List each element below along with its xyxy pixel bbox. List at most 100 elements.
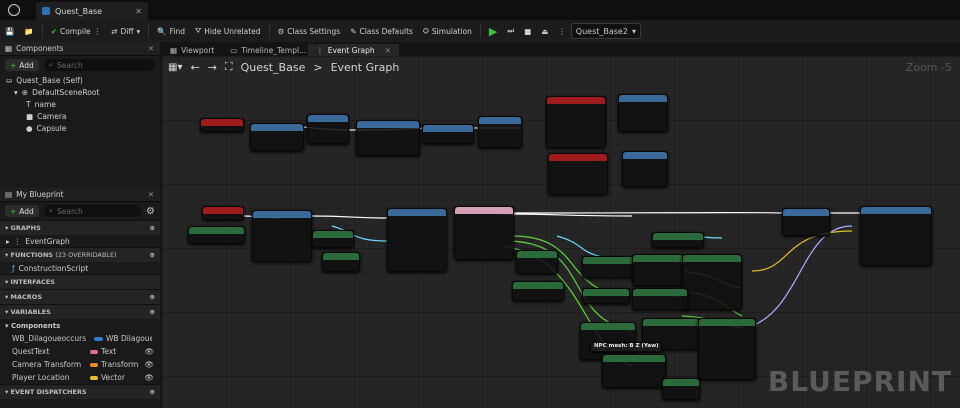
zoom-label: Zoom -5 xyxy=(905,60,952,74)
variable-row[interactable]: WB_Dilagoueoccurs WB Dilagoue xyxy=(0,332,160,345)
node-npc-mesh-comment[interactable]: NPC mesh: B Z (Yaw) xyxy=(590,342,662,352)
browse-button[interactable]: 📁 xyxy=(19,22,38,40)
node-break-vector[interactable] xyxy=(632,254,684,286)
debug-object-select[interactable]: Quest_Base2 ▾ xyxy=(570,23,641,39)
tree-item-camera[interactable]: ■ Camera xyxy=(0,110,160,122)
functions-category[interactable]: ▾ FUNCTIONS (23 OVERRIDABLE) ⊕ xyxy=(0,247,160,262)
variable-row[interactable]: Player Location Vector 👁 xyxy=(0,371,160,384)
add-dispatcher-icon[interactable]: ⊕ xyxy=(150,388,155,396)
node-get-player-controller-2[interactable] xyxy=(312,230,354,248)
type-pill-icon xyxy=(89,362,98,367)
asset-tab[interactable]: Quest_Base ✕ xyxy=(36,2,148,20)
play-button[interactable]: ▶ xyxy=(484,22,502,40)
node-get-player-character[interactable] xyxy=(322,252,360,272)
add-function-icon[interactable]: ⊕ xyxy=(150,251,155,259)
close-panel-icon[interactable]: ✕ xyxy=(148,44,154,53)
variable-row[interactable]: Camera Transform Transform 👁 xyxy=(0,358,160,371)
node-get-world-rotation[interactable] xyxy=(632,288,688,310)
app-logo-icon[interactable] xyxy=(8,4,20,16)
forward-arrow-icon[interactable]: → xyxy=(208,61,217,74)
node-timeline[interactable] xyxy=(454,206,514,260)
add-macro-icon[interactable]: ⊕ xyxy=(150,293,155,301)
components-search-input[interactable]: ⌕ Search xyxy=(43,59,155,71)
node-make-rotator[interactable] xyxy=(698,318,756,380)
simulation-button[interactable]: ⛭ Simulation xyxy=(418,22,477,40)
node-lerp[interactable] xyxy=(682,254,742,310)
graph-menu-icon[interactable]: ▦▾ xyxy=(168,62,182,73)
tree-item-capsule[interactable]: ● Capsule xyxy=(0,122,160,134)
node-break-rotator[interactable] xyxy=(602,354,666,388)
graphs-category[interactable]: ▾ GRAPHS ⊕ xyxy=(0,220,160,235)
node-delay[interactable] xyxy=(250,123,304,151)
interfaces-category[interactable]: ▾ INTERFACES xyxy=(0,274,160,289)
variable-row[interactable]: QuestText Text 👁 xyxy=(0,345,160,358)
compile-button[interactable]: ✔ Compile ⋮ xyxy=(46,22,106,40)
eye-icon[interactable]: 👁 xyxy=(144,360,154,369)
tree-root[interactable]: ⛀ Quest_Base (Self) xyxy=(0,74,160,86)
tab-event-graph[interactable]: ⋮ Event Graph ✕ xyxy=(308,44,399,56)
node-end-overlap[interactable] xyxy=(548,153,608,195)
node-get-controller-3[interactable] xyxy=(582,288,630,304)
save-button[interactable]: 💾 xyxy=(0,22,19,40)
node-event-begin[interactable] xyxy=(200,118,244,132)
tab-timeline[interactable]: ▭ Timeline_Templ... xyxy=(222,44,308,56)
add-component-button[interactable]: + Add xyxy=(5,59,39,71)
node-set-visibility-2[interactable] xyxy=(622,151,668,187)
hide-unrelated-button[interactable]: ⛛ Hide Unrelated xyxy=(190,22,266,40)
eye-icon[interactable]: 👁 xyxy=(144,373,154,382)
step-button[interactable]: ⏭ xyxy=(502,22,519,40)
breadcrumb-current[interactable]: Event Graph xyxy=(331,61,400,74)
close-tab-icon[interactable]: ✕ xyxy=(135,7,142,16)
tab-viewport[interactable]: ▦ Viewport xyxy=(162,44,222,56)
node-create-widget[interactable] xyxy=(356,120,420,156)
diff-button[interactable]: ⇄ Diff ▾ xyxy=(106,22,145,40)
add-variable-icon[interactable]: ⊕ xyxy=(150,308,155,316)
node-begin-overlap[interactable] xyxy=(546,96,606,148)
diff-icon: ⇄ xyxy=(111,26,118,36)
event-dispatchers-category[interactable]: ▾ EVENT DISPATCHERS ⊕ xyxy=(0,384,160,399)
macros-category[interactable]: ▾ MACROS ⊕ xyxy=(0,289,160,304)
node-set-world-transform[interactable] xyxy=(860,206,932,266)
play-options-button[interactable]: ⋮ xyxy=(553,22,571,40)
close-tab-icon[interactable]: ✕ xyxy=(385,46,391,55)
node-set-actor-location[interactable] xyxy=(782,208,830,236)
node-add-to-viewport[interactable] xyxy=(422,124,474,144)
function-item-construction-script[interactable]: ƒ ConstructionScript xyxy=(0,262,160,274)
graph-item-eventgraph[interactable]: ▸ ⋮ EventGraph xyxy=(0,235,160,247)
kebab-icon[interactable]: ⋮ xyxy=(94,27,102,36)
event-graph-canvas[interactable]: NPC mesh: B Z (Yaw) BLUEPRINT xyxy=(162,56,960,408)
blueprint-search-input[interactable]: ⌕ Search xyxy=(43,205,142,217)
close-panel-icon[interactable]: ✕ xyxy=(148,190,154,199)
play-icon: ▶ xyxy=(488,24,498,38)
node-set-view-target[interactable] xyxy=(387,208,447,272)
eye-icon[interactable]: 👁 xyxy=(144,347,154,356)
breadcrumb-root[interactable]: Quest_Base xyxy=(241,61,306,74)
hierarchy-icon[interactable]: ⛶ xyxy=(225,60,233,74)
node-set-message[interactable] xyxy=(478,116,522,148)
gear-icon[interactable]: ⚙ xyxy=(146,206,155,217)
node-float-value[interactable] xyxy=(662,378,700,400)
node-make-vector[interactable] xyxy=(516,250,558,274)
node-player-interaction[interactable] xyxy=(202,206,244,220)
class-defaults-button[interactable]: ✎ Class Defaults xyxy=(345,22,418,40)
components-group[interactable]: ▾ Components xyxy=(0,319,160,332)
stop-button[interactable]: ■ xyxy=(519,22,536,40)
wire-vector xyxy=(751,225,853,327)
node-set-visibility[interactable] xyxy=(618,94,668,132)
node-get-world-location[interactable] xyxy=(582,256,634,278)
node-get-player-controller[interactable] xyxy=(188,226,245,244)
variables-category[interactable]: ▾ VARIABLES ⊕ xyxy=(0,304,160,319)
node-get-player-character-2[interactable] xyxy=(652,232,704,248)
class-settings-button[interactable]: ⚙ Class Settings xyxy=(273,22,346,40)
node-get-actor-location[interactable] xyxy=(512,281,564,301)
tree-item-name[interactable]: Tname xyxy=(0,98,160,110)
add-graph-icon[interactable]: ⊕ xyxy=(150,224,155,232)
node-set-hidden[interactable] xyxy=(307,114,349,144)
chevron-down-icon: ▾ xyxy=(14,87,18,97)
eject-button[interactable]: ⏏ xyxy=(536,22,553,40)
back-arrow-icon[interactable]: ← xyxy=(190,61,199,74)
node-set-input-mode[interactable] xyxy=(252,210,312,262)
add-member-button[interactable]: + Add xyxy=(5,205,39,217)
find-button[interactable]: 🔍 Find xyxy=(152,22,190,40)
tree-scene-root[interactable]: ▾ ⊕ DefaultSceneRoot xyxy=(0,86,160,98)
